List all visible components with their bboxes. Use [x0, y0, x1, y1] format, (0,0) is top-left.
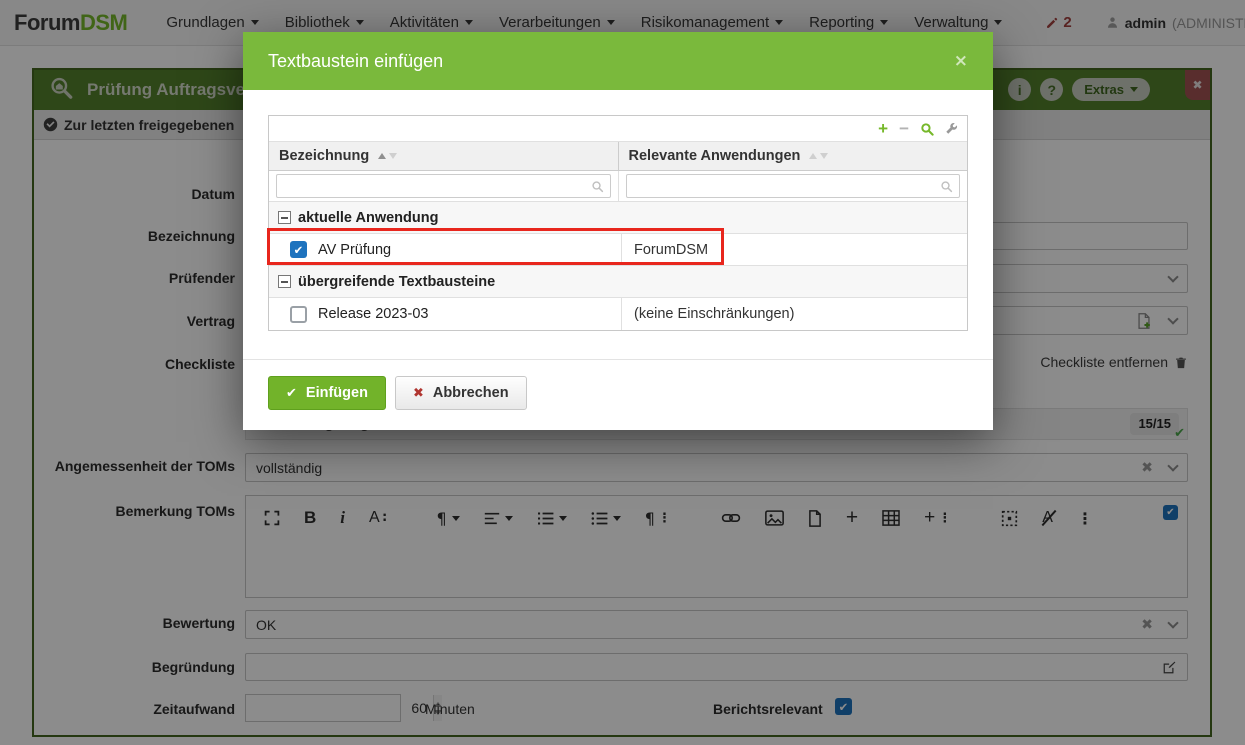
check-icon: ✔ — [294, 243, 304, 257]
filter-bezeichnung-input[interactable] — [276, 174, 611, 198]
modal-header: Textbaustein einfügen × — [243, 32, 993, 90]
remove-icon[interactable]: − — [899, 120, 909, 137]
sort-icons — [378, 153, 397, 159]
textbaustein-table: + − Bezeichnung Relevante Anwen — [268, 115, 968, 331]
group-row-aktuelle-anwendung[interactable]: aktuelle Anwendung — [269, 202, 967, 234]
filter-cell — [269, 171, 619, 201]
table-row-release[interactable]: Release 2023-03 (keine Einschränkungen) — [269, 298, 967, 330]
modal-close-icon[interactable]: × — [954, 53, 968, 70]
settings-wrench-icon[interactable] — [945, 122, 958, 135]
abbrechen-button[interactable]: ✖ Abbrechen — [395, 376, 527, 410]
row-checkbox-unchecked[interactable] — [290, 306, 307, 323]
sort-icons — [809, 153, 828, 159]
modal-body: + − Bezeichnung Relevante Anwen — [243, 90, 993, 331]
row-cell-anwendungen: ForumDSM — [622, 234, 967, 265]
filter-cell — [619, 171, 968, 201]
einfuegen-button[interactable]: ✔ Einfügen — [268, 376, 386, 410]
table-header-row: Bezeichnung Relevante Anwendungen — [269, 142, 967, 171]
filter-anwendungen-input[interactable] — [626, 174, 961, 198]
row-cell-anwendungen: (keine Einschränkungen) — [622, 298, 967, 330]
row-checkbox-checked[interactable]: ✔ — [290, 241, 307, 258]
add-icon[interactable]: + — [878, 120, 888, 137]
row-cell-bezeichnung: Release 2023-03 — [269, 298, 622, 330]
modal-footer: ✔ Einfügen ✖ Abbrechen — [243, 359, 993, 430]
textbaustein-modal: Textbaustein einfügen × + − Bezeich — [243, 32, 993, 430]
collapse-icon[interactable] — [278, 211, 291, 224]
group-row-uebergreifende[interactable]: übergreifende Textbausteine — [269, 266, 967, 298]
column-header-bezeichnung[interactable]: Bezeichnung — [269, 142, 619, 170]
cancel-x-icon: ✖ — [413, 386, 424, 401]
table-row-av-pruefung[interactable]: ✔ AV Prüfung ForumDSM — [269, 234, 967, 266]
page: ForumDSM Grundlagen Bibliothek Aktivität… — [0, 0, 1245, 745]
table-toolbar: + − — [269, 116, 967, 142]
search-icon — [591, 180, 604, 198]
modal-title: Textbaustein einfügen — [268, 51, 443, 72]
table-filter-row — [269, 171, 967, 202]
collapse-icon[interactable] — [278, 275, 291, 288]
check-icon: ✔ — [286, 386, 297, 401]
row-cell-bezeichnung: ✔ AV Prüfung — [269, 234, 622, 265]
column-header-anwendungen[interactable]: Relevante Anwendungen — [619, 142, 968, 170]
search-icon[interactable] — [920, 122, 934, 136]
search-icon — [940, 180, 953, 198]
